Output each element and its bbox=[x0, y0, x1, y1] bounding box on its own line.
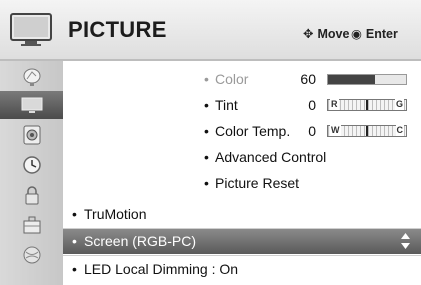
tv-picture-icon bbox=[10, 13, 52, 46]
move-hint-label: Move bbox=[317, 27, 350, 41]
sidebar-item-time[interactable] bbox=[0, 151, 63, 179]
screen-label: Screen (RGB-PC) bbox=[84, 233, 197, 249]
color-temp-scale: W C bbox=[327, 125, 407, 137]
color-temp-label: Color Temp. bbox=[215, 123, 291, 139]
menu-item-color-temp[interactable]: • Color Temp. 0 W C bbox=[63, 119, 421, 144]
sidebar-item-lock[interactable] bbox=[0, 181, 63, 209]
menu-item-tint[interactable]: • Tint 0 R G bbox=[63, 93, 421, 118]
sidebar-item-picture[interactable] bbox=[0, 91, 63, 119]
color-temp-value: 0 bbox=[308, 123, 316, 139]
menu-item-picture-reset[interactable]: • Picture Reset bbox=[63, 171, 421, 196]
clock-icon bbox=[22, 156, 41, 174]
bullet: • bbox=[204, 175, 209, 191]
bullet: • bbox=[204, 149, 209, 165]
lock-icon bbox=[25, 186, 38, 205]
color-temp-scale-right: C bbox=[395, 125, 404, 136]
sidebar-item-audio[interactable] bbox=[0, 121, 63, 149]
sidebar-item-setup[interactable] bbox=[0, 63, 63, 91]
color-level-bar bbox=[327, 74, 407, 85]
color-level-fill bbox=[328, 75, 375, 84]
divider bbox=[63, 255, 421, 256]
menu-item-led-local-dimming[interactable]: • LED Local Dimming : On bbox=[63, 257, 421, 282]
four-way-arrow-icon: ✥ bbox=[303, 27, 314, 41]
satellite-dish-icon bbox=[23, 68, 40, 86]
color-temp-scale-left: W bbox=[330, 125, 341, 136]
sidebar-item-network[interactable] bbox=[0, 241, 63, 269]
dot-circle-icon: ◉ bbox=[351, 27, 362, 41]
bullet: • bbox=[204, 97, 209, 113]
led-label-text: LED Local Dimming bbox=[84, 261, 208, 277]
picture-menu-window: PICTURE ✥ Move ◉ Enter • Color 60 • Tint… bbox=[0, 0, 421, 285]
menu-header: PICTURE ✥ Move ◉ Enter bbox=[0, 0, 421, 61]
tint-scale: R G bbox=[327, 99, 407, 111]
bullet: • bbox=[72, 233, 77, 249]
picture-reset-label: Picture Reset bbox=[215, 175, 300, 191]
menu-item-trumotion[interactable]: • TruMotion bbox=[63, 202, 421, 227]
category-sidebar bbox=[0, 61, 63, 285]
picture-settings-list: • Color 60 • Tint 0 R G • Color Temp. 0 … bbox=[63, 61, 421, 285]
tint-value: 0 bbox=[308, 97, 316, 113]
bullet: • bbox=[204, 123, 209, 139]
color-temp-marker bbox=[366, 126, 368, 136]
tint-scale-right: G bbox=[394, 99, 404, 110]
led-local-dimming-value: On bbox=[219, 261, 239, 277]
color-label: Color bbox=[215, 71, 249, 87]
speaker-audio-icon bbox=[23, 125, 40, 145]
advanced-control-label: Advanced Control bbox=[215, 149, 327, 165]
menu-item-screen[interactable]: • Screen (RGB-PC) bbox=[63, 229, 421, 254]
led-local-dimming-label: LED Local Dimming : On bbox=[84, 261, 239, 277]
bullet: • bbox=[72, 261, 77, 277]
enter-hint: ◉ Enter bbox=[351, 26, 398, 41]
sidebar-item-option[interactable] bbox=[0, 211, 63, 239]
enter-hint-label: Enter bbox=[365, 27, 398, 41]
move-hint: ✥ Move bbox=[303, 26, 349, 41]
menu-item-advanced-control[interactable]: • Advanced Control bbox=[63, 145, 421, 170]
trumotion-label: TruMotion bbox=[84, 206, 147, 222]
up-down-arrow-icon[interactable] bbox=[400, 232, 411, 250]
bullet: • bbox=[72, 206, 77, 222]
tint-scale-left: R bbox=[330, 99, 339, 110]
tv-picture-icon bbox=[21, 97, 42, 113]
globe-network-icon bbox=[23, 246, 40, 264]
color-value: 60 bbox=[300, 71, 316, 87]
menu-item-color[interactable]: • Color 60 bbox=[63, 67, 421, 92]
page-title: PICTURE bbox=[68, 17, 167, 42]
tint-label: Tint bbox=[215, 97, 238, 113]
toolbox-option-icon bbox=[23, 216, 40, 234]
bullet: • bbox=[204, 71, 209, 87]
tint-marker bbox=[366, 100, 368, 110]
